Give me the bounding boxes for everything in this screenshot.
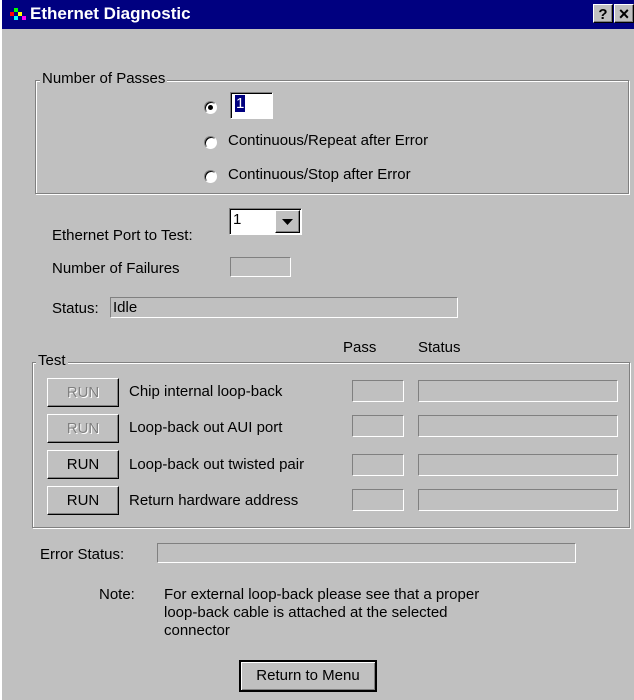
passes-count-radio[interactable] [204,101,217,114]
run-chip-internal-button[interactable]: RUN [47,378,119,407]
run-twisted-pair-button[interactable]: RUN [47,450,119,479]
port-select[interactable]: 1 [229,208,302,235]
port-label: Ethernet Port to Test: [52,227,193,244]
status-column-header: Status [418,339,461,356]
status-field-hardware-address [418,489,618,511]
window-title: Ethernet Diagnostic [30,4,191,23]
run-hardware-address-button[interactable]: RUN [47,486,119,515]
return-to-menu-button[interactable]: Return to Menu [239,660,377,692]
note-text: For external loop-back please see that a… [164,586,479,640]
pass-field-twisted-pair [352,454,404,476]
failures-label: Number of Failures [52,260,180,277]
status-field: Idle [110,297,458,318]
error-status-label: Error Status: [40,546,125,563]
app-icon [10,8,26,21]
passes-legend: Number of Passes [40,70,168,87]
note-line: loop-back cable is attached at the selec… [164,604,448,621]
title-bar[interactable]: Ethernet Diagnostic ? × [2,0,634,29]
error-status-field [157,543,576,563]
pass-count-input[interactable]: 1 [230,92,273,119]
status-value: Idle [113,299,138,316]
continuous-stop-label: Continuous/Stop after Error [228,166,411,183]
test-legend: Test [36,352,68,369]
pass-field-hardware-address [352,489,404,511]
port-dropdown-button[interactable] [275,210,300,233]
run-aui-port-button[interactable]: RUN [47,414,119,443]
note-line: connector [164,622,230,639]
test-label-chip-internal: Chip internal loop-back [129,383,283,400]
test-label-twisted-pair: Loop-back out twisted pair [129,456,305,473]
pass-count-value: 1 [235,95,246,112]
status-field-aui-port [418,415,618,437]
continuous-repeat-radio[interactable] [204,136,217,149]
radio-selected-dot [208,105,213,110]
close-button[interactable]: × [614,4,634,24]
continuous-stop-radio[interactable] [204,170,217,183]
status-label: Status: [52,300,99,317]
status-field-chip-internal [418,380,618,402]
port-select-value: 1 [233,211,242,228]
pass-field-chip-internal [352,380,404,402]
pass-column-header: Pass [343,339,377,356]
note-line: For external loop-back please see that a… [164,586,480,603]
ethernet-diagnostic-dialog: Ethernet Diagnostic ? × Number of Passes… [0,0,634,700]
failures-field [230,257,291,277]
test-label-aui-port: Loop-back out AUI port [129,419,283,436]
note-label: Note: [99,586,135,603]
status-field-twisted-pair [418,454,618,476]
test-label-hardware-address: Return hardware address [129,492,299,509]
chevron-down-icon [282,219,293,225]
pass-field-aui-port [352,415,404,437]
continuous-repeat-label: Continuous/Repeat after Error [228,132,429,149]
help-button[interactable]: ? [593,4,613,23]
